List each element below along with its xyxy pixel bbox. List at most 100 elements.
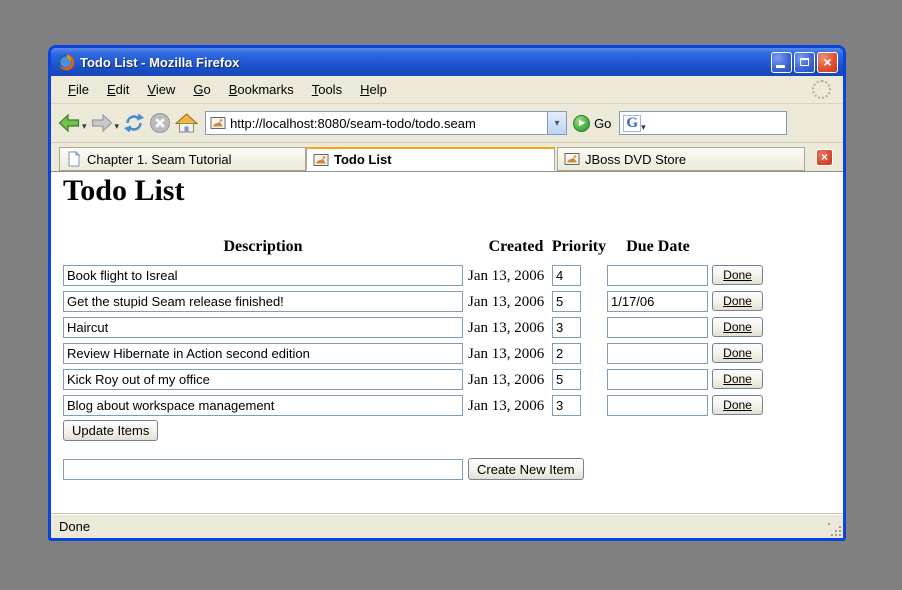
- url-bar[interactable]: ▾: [205, 111, 567, 135]
- go-label: Go: [594, 116, 611, 131]
- back-button[interactable]: ▾: [57, 111, 88, 135]
- tab-bar: Chapter 1. Seam Tutorial Todo List JBoss…: [51, 143, 843, 172]
- table-row: Jan 13, 2006 Done: [51, 369, 843, 391]
- table-row: Jan 13, 2006 Done: [51, 265, 843, 287]
- stop-button[interactable]: [148, 111, 172, 135]
- done-button[interactable]: Done: [712, 343, 763, 363]
- created-date: Jan 13, 2006: [468, 396, 544, 416]
- reload-icon: [122, 111, 146, 135]
- status-text: Done: [51, 519, 90, 534]
- seam-favicon-icon: [313, 152, 329, 168]
- created-date: Jan 13, 2006: [468, 318, 544, 338]
- search-bar[interactable]: G ▾: [619, 111, 787, 135]
- due-date-input[interactable]: [607, 291, 708, 312]
- status-bar: Done: [51, 514, 843, 538]
- document-icon: [66, 151, 82, 167]
- priority-input[interactable]: [552, 317, 581, 338]
- forward-icon: [90, 111, 114, 135]
- tab-label: Chapter 1. Seam Tutorial: [87, 152, 232, 167]
- seam-favicon-icon: [564, 151, 580, 167]
- reload-button[interactable]: [122, 111, 146, 135]
- titlebar[interactable]: Todo List - Mozilla Firefox ×: [51, 48, 843, 76]
- priority-input[interactable]: [552, 343, 581, 364]
- table-row: Jan 13, 2006 Done: [51, 291, 843, 313]
- chevron-down-icon: ▾: [555, 118, 560, 129]
- maximize-button[interactable]: [794, 52, 815, 73]
- column-header-priority: Priority: [547, 238, 611, 256]
- menubar: File Edit View Go Bookmarks Tools Help: [51, 76, 843, 104]
- page-title: Todo List: [63, 174, 184, 208]
- menu-file[interactable]: File: [59, 79, 98, 100]
- tab-jboss-dvd-store[interactable]: JBoss DVD Store: [557, 147, 805, 171]
- minimize-icon: [776, 65, 785, 68]
- due-date-input[interactable]: [607, 369, 708, 390]
- menu-tools[interactable]: Tools: [303, 79, 351, 100]
- maximize-icon: [800, 58, 809, 66]
- done-button[interactable]: Done: [712, 317, 763, 337]
- description-input[interactable]: [63, 265, 463, 286]
- done-button[interactable]: Done: [712, 369, 763, 389]
- close-tab-button[interactable]: ×: [816, 149, 833, 166]
- tab-label: Todo List: [334, 152, 392, 167]
- url-input[interactable]: [230, 116, 547, 131]
- priority-input[interactable]: [552, 265, 581, 286]
- description-input[interactable]: [63, 369, 463, 390]
- menu-edit[interactable]: Edit: [98, 79, 138, 100]
- priority-input[interactable]: [552, 291, 581, 312]
- page-content: Todo List Description Created Priority D…: [51, 172, 843, 514]
- close-icon: ×: [823, 55, 831, 69]
- forward-dropdown-icon[interactable]: ▾: [115, 121, 120, 132]
- back-dropdown-icon[interactable]: ▾: [82, 121, 87, 132]
- description-input[interactable]: [63, 343, 463, 364]
- due-date-input[interactable]: [607, 395, 708, 416]
- table-row: Jan 13, 2006 Done: [51, 317, 843, 339]
- update-items-button[interactable]: Update Items: [63, 420, 158, 441]
- new-item-input[interactable]: [63, 459, 463, 480]
- table-row: Jan 13, 2006 Done: [51, 395, 843, 417]
- go-icon: ▶: [573, 115, 590, 132]
- column-header-due-date: Due Date: [607, 238, 709, 256]
- window-title: Todo List - Mozilla Firefox: [80, 55, 769, 70]
- menu-help[interactable]: Help: [351, 79, 396, 100]
- description-input[interactable]: [63, 395, 463, 416]
- forward-button[interactable]: ▾: [90, 111, 121, 135]
- done-button[interactable]: Done: [712, 395, 763, 415]
- throbber-icon: [812, 80, 831, 99]
- created-date: Jan 13, 2006: [468, 266, 544, 286]
- resize-grip[interactable]: [828, 523, 841, 536]
- firefox-icon: [58, 54, 75, 71]
- due-date-input[interactable]: [607, 343, 708, 364]
- stop-icon: [148, 111, 172, 135]
- created-date: Jan 13, 2006: [468, 370, 544, 390]
- menu-go[interactable]: Go: [184, 79, 219, 100]
- priority-input[interactable]: [552, 395, 581, 416]
- browser-window: Todo List - Mozilla Firefox × File Edit …: [48, 45, 846, 541]
- description-input[interactable]: [63, 291, 463, 312]
- menu-bookmarks[interactable]: Bookmarks: [220, 79, 303, 100]
- search-input[interactable]: [646, 115, 827, 132]
- due-date-input[interactable]: [607, 265, 708, 286]
- tab-seam-tutorial[interactable]: Chapter 1. Seam Tutorial: [59, 147, 306, 171]
- created-date: Jan 13, 2006: [468, 344, 544, 364]
- done-button[interactable]: Done: [712, 291, 763, 311]
- close-button[interactable]: ×: [817, 52, 838, 73]
- due-date-input[interactable]: [607, 317, 708, 338]
- google-icon[interactable]: G: [623, 115, 641, 132]
- close-icon: ×: [821, 151, 828, 163]
- priority-input[interactable]: [552, 369, 581, 390]
- home-button[interactable]: [174, 111, 199, 135]
- tab-label: JBoss DVD Store: [585, 152, 686, 167]
- create-new-item-button[interactable]: Create New Item: [468, 458, 584, 480]
- menu-view[interactable]: View: [138, 79, 184, 100]
- home-icon: [174, 111, 199, 135]
- done-button[interactable]: Done: [712, 265, 763, 285]
- description-input[interactable]: [63, 317, 463, 338]
- column-header-description: Description: [63, 238, 463, 256]
- tab-todo-list[interactable]: Todo List: [306, 147, 555, 171]
- url-dropdown-button[interactable]: ▾: [547, 112, 566, 134]
- created-date: Jan 13, 2006: [468, 292, 544, 312]
- go-button[interactable]: ▶ Go: [573, 115, 611, 132]
- table-row: Jan 13, 2006 Done: [51, 343, 843, 365]
- minimize-button[interactable]: [771, 52, 792, 73]
- page-favicon-icon: [210, 115, 226, 131]
